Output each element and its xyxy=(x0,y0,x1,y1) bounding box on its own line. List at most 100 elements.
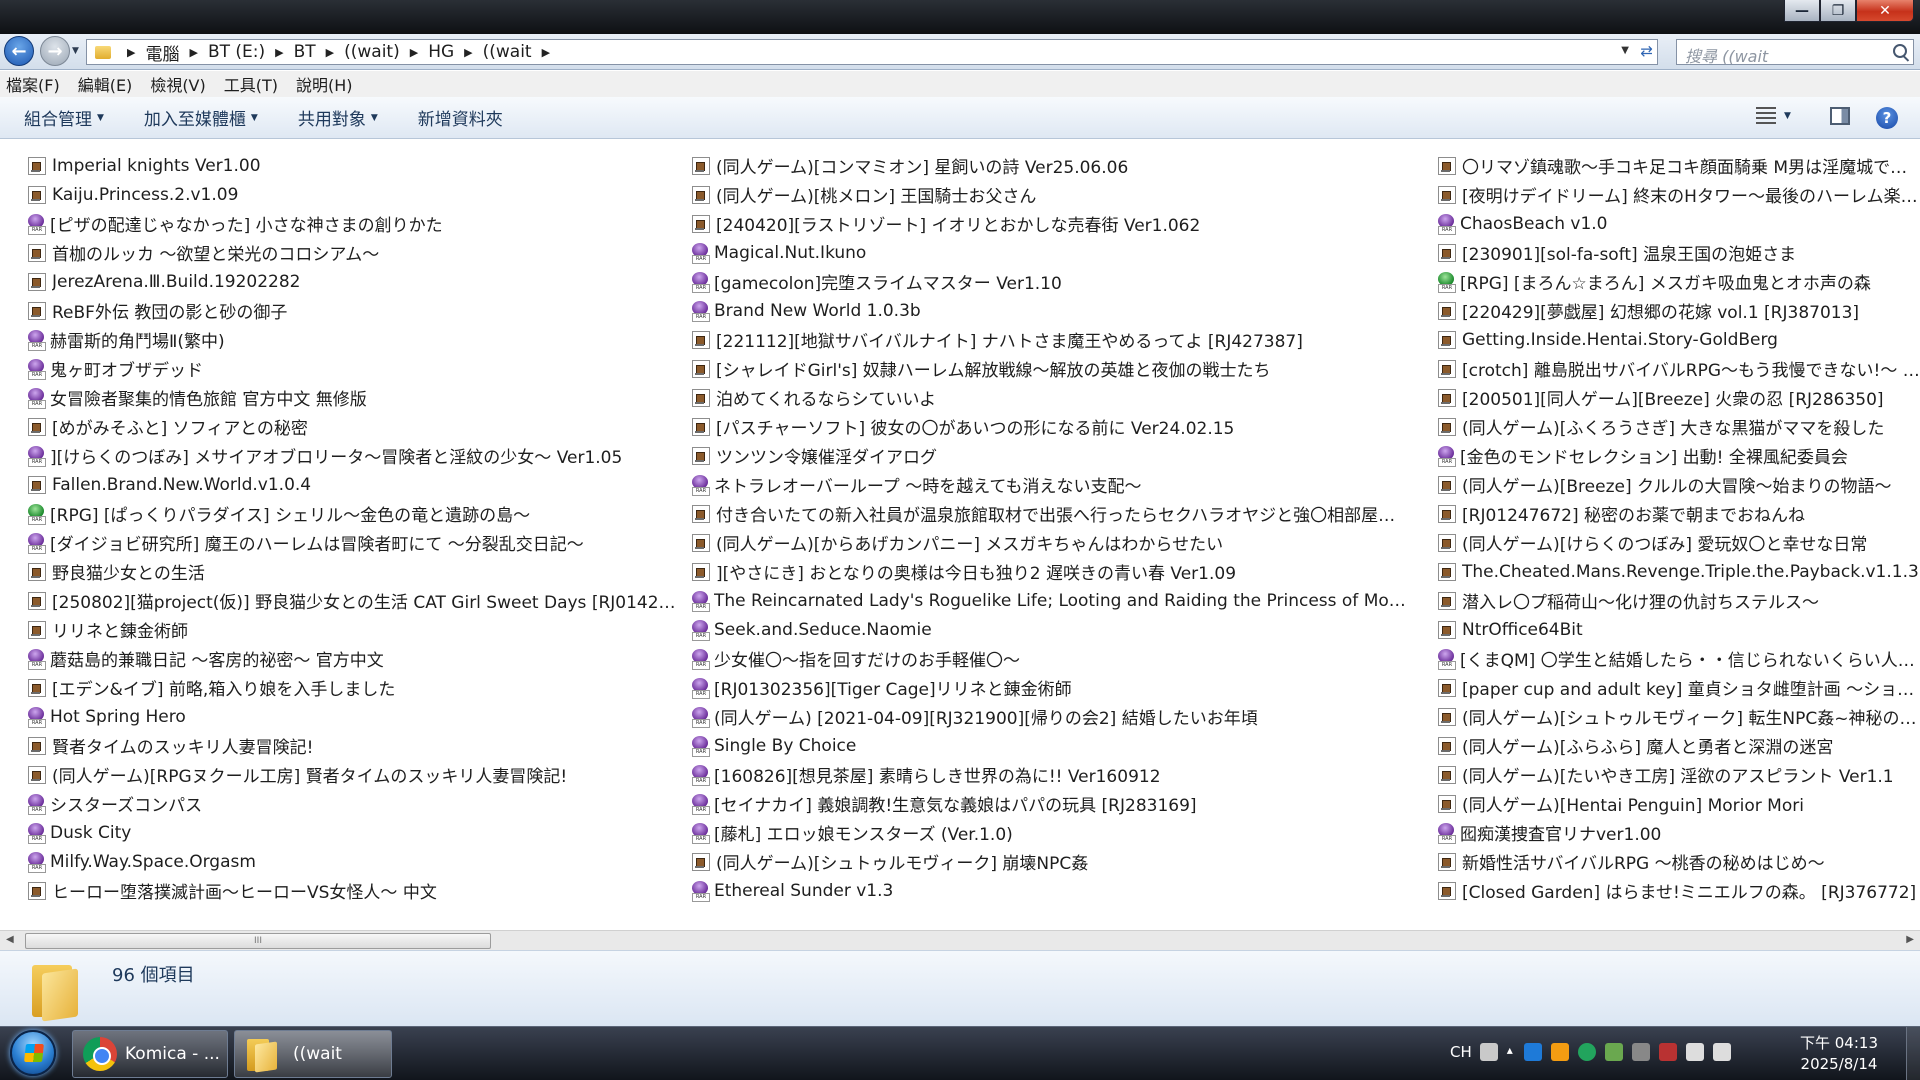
file-item[interactable]: [RPG] [まろん☆まろん] メスガキ吸血鬼とオホ声の森 xyxy=(1436,267,1920,296)
file-item[interactable]: (同人ゲーム)[ふくろうさぎ] 大きな黒猫がママを殺した xyxy=(1436,412,1920,441)
minimize-button[interactable]: — xyxy=(1784,0,1820,22)
file-item[interactable]: [gamecolon]完堕スライムマスター Ver1.10 xyxy=(690,267,1410,296)
scrollbar-thumb[interactable]: III xyxy=(25,933,491,949)
file-item[interactable]: 赫雷斯的角鬥場Ⅱ(繁中) xyxy=(26,325,676,354)
file-item[interactable]: Seek.and.Seduce.Naomie xyxy=(690,615,1410,644)
forward-button[interactable]: → xyxy=(40,36,70,66)
file-item[interactable]: Getting.Inside.Hentai.Story-GoldBerg xyxy=(1436,325,1920,354)
file-item[interactable]: ][やさにき] おとなりの奥様は今日も独り2 遅咲きの青い春 Ver1.09 xyxy=(690,557,1410,586)
file-item[interactable]: [パスチャーソフト] 彼女の〇があいつの形になる前に Ver24.02.15 xyxy=(690,412,1410,441)
breadcrumb-drive[interactable]: BT (E:) xyxy=(208,42,265,62)
start-button[interactable] xyxy=(10,1030,56,1076)
file-item[interactable]: 女冒險者聚集的情色旅館 官方中文 無修版 xyxy=(26,383,676,412)
file-item[interactable]: Fallen.Brand.New.World.v1.0.4 xyxy=(26,470,676,499)
file-item[interactable]: (同人ゲーム)[けらくのつぼみ] 愛玩奴〇と幸せな日常 xyxy=(1436,528,1920,557)
file-item[interactable]: 囮痴漢捜査官リナver1.00 xyxy=(1436,818,1920,847)
breadcrumb-hg[interactable]: HG xyxy=(428,42,454,62)
utorrent-icon[interactable] xyxy=(1577,1043,1596,1061)
file-item[interactable]: (同人ゲーム)[RPGヌクール工房] 賢者タイムのスッキリ人妻冒険記! xyxy=(26,760,676,789)
file-item[interactable]: ChaosBeach v1.0 xyxy=(1436,209,1920,238)
file-item[interactable]: Ethereal Sunder v1.3 xyxy=(690,876,1410,905)
file-item[interactable]: シスターズコンパス xyxy=(26,789,676,818)
file-item[interactable]: 少女催〇～指を回すだけのお手軽催〇～ xyxy=(690,644,1410,673)
menu-edit[interactable]: 編輯(E) xyxy=(78,72,133,96)
file-item[interactable]: ReBF外伝 教団の影と砂の御子 xyxy=(26,296,676,325)
file-item[interactable]: 賢者タイムのスッキリ人妻冒険記! xyxy=(26,731,676,760)
menu-tools[interactable]: 工具(T) xyxy=(224,72,278,96)
add-to-library-button[interactable]: 加入至媒體櫃 ▼ xyxy=(144,105,258,130)
recent-pages-dropdown[interactable]: ▼ xyxy=(72,46,79,56)
breadcrumb-separator-icon[interactable]: ▶ xyxy=(127,46,135,59)
file-item[interactable]: (同人ゲーム) [2021-04-09][RJ321900][帰りの会2] 結婚… xyxy=(690,702,1410,731)
taskbar-app-chrome[interactable]: Komica - ... xyxy=(72,1030,228,1078)
file-item[interactable]: [シャレイドGirl's] 奴隷ハーレム解放戦線～解放の英雄と夜伽の戦士たち xyxy=(690,354,1410,383)
file-item[interactable]: [221112][地獄サバイバルナイト] ナハトさま魔王やめるってよ [RJ42… xyxy=(690,325,1410,354)
chevron-right-icon[interactable]: ▶ xyxy=(326,46,334,59)
file-item[interactable]: [220429][夢戯屋] 幻想郷の花嫁 vol.1 [RJ387013] xyxy=(1436,296,1920,325)
chevron-right-icon[interactable]: ▶ xyxy=(542,46,550,59)
file-item[interactable]: ネトラレオーバーループ ～時を越えても消えない支配～ xyxy=(690,470,1410,499)
file-item[interactable]: [paper cup and adult key] 童貞ショタ雌堕計画 ～ショタ… xyxy=(1436,673,1920,702)
file-item[interactable]: Imperial knights Ver1.00 xyxy=(26,151,676,180)
menu-help[interactable]: 說明(H) xyxy=(296,72,353,96)
change-view-button[interactable]: ▼ xyxy=(1756,107,1791,125)
network-icon[interactable] xyxy=(1685,1043,1704,1061)
file-item[interactable]: [crotch] 離島脱出サバイバルRPG～もう我慢できない!～ Ver2 xyxy=(1436,354,1920,383)
file-item[interactable]: Kaiju.Princess.2.v1.09 xyxy=(26,180,676,209)
file-item[interactable]: The.Cheated.Mans.Revenge.Triple.the.Payb… xyxy=(1436,557,1920,586)
nvidia-icon[interactable] xyxy=(1604,1043,1623,1061)
scroll-left-icon[interactable]: ◀ xyxy=(6,934,14,945)
chevron-right-icon[interactable]: ▶ xyxy=(464,46,472,59)
address-bar[interactable]: ▶ 電腦 ▶ BT (E:) ▶ BT ▶ ((wait) ▶ HG ▶ ((w… xyxy=(86,39,1658,65)
file-item[interactable]: Hot Spring Hero xyxy=(26,702,676,731)
organize-button[interactable]: 組合管理 ▼ xyxy=(24,105,104,130)
maximize-button[interactable]: ❐ xyxy=(1820,0,1856,22)
help-button[interactable]: ? xyxy=(1876,107,1898,129)
new-folder-button[interactable]: 新增資料夾 xyxy=(418,105,503,130)
breadcrumb-bt[interactable]: BT xyxy=(294,42,316,62)
file-item[interactable]: [RJ01302356][Tiger Cage]リリネと錬金術師 xyxy=(690,673,1410,702)
file-item[interactable]: [240420][ラストリゾート] イオリとおかしな売春街 Ver1.062 xyxy=(690,209,1410,238)
file-item[interactable]: ヒーロー堕落撲滅計画～ヒーローVS女怪人～ 中文 xyxy=(26,876,676,905)
file-item[interactable]: (同人ゲーム)[たいやき工房] 淫欲のアスピラント Ver1.1 xyxy=(1436,760,1920,789)
file-item[interactable]: Magical.Nut.Ikuno xyxy=(690,238,1410,267)
file-item[interactable]: 新婚性活サバイバルRPG ～桃香の秘めはじめ～ xyxy=(1436,847,1920,876)
chevron-right-icon[interactable]: ▶ xyxy=(275,46,283,59)
file-item[interactable]: [くまQM] 〇学生と結婚したら・・信じられないくらい人生が xyxy=(1436,644,1920,673)
file-item[interactable]: 〇リマゾ鎮魂歌～手コキ足コキ顔面騎乗 M男は淫魔城でただ xyxy=(1436,151,1920,180)
tray-overflow-icon[interactable]: ▴ xyxy=(1507,1043,1515,1061)
adobe-icon[interactable] xyxy=(1658,1043,1677,1061)
file-item[interactable]: (同人ゲーム)[Breeze] クルルの大冒険～始まりの物語～ xyxy=(1436,470,1920,499)
file-item[interactable]: [200501][同人ゲーム][Breeze] 火衆の忍 [RJ286350] xyxy=(1436,383,1920,412)
file-item[interactable]: ][けらくのつぼみ] メサイアオブロリータ～冒険者と淫紋の少女～ Ver1.05 xyxy=(26,441,676,470)
file-item[interactable]: JerezArena.Ⅲ.Build.19202282 xyxy=(26,267,676,296)
chevron-right-icon[interactable]: ▶ xyxy=(410,46,418,59)
breadcrumb-current[interactable]: ((wait xyxy=(483,42,532,62)
preview-pane-button[interactable] xyxy=(1830,107,1850,125)
file-item[interactable]: NtrOffice64Bit xyxy=(1436,615,1920,644)
file-item[interactable]: [金色のモンドセレクション] 出動! 全裸風紀委員会 xyxy=(1436,441,1920,470)
file-item[interactable]: Milfy.Way.Space.Orgasm xyxy=(26,847,676,876)
address-dropdown-icon[interactable]: ▼ xyxy=(1621,45,1629,56)
show-desktop-button[interactable] xyxy=(1906,1027,1920,1080)
menu-view[interactable]: 檢視(V) xyxy=(150,72,205,96)
file-item[interactable]: 蘑菇島的兼職日記 ～客房的祕密～ 官方中文 xyxy=(26,644,676,673)
file-item[interactable]: [RJ01247672] 秘密のお薬で朝までおねんね xyxy=(1436,499,1920,528)
menu-file[interactable]: 檔案(F) xyxy=(6,72,60,96)
file-item[interactable]: Single By Choice xyxy=(690,731,1410,760)
file-item[interactable]: [Closed Garden] はらませ!ミニエルフの森。 [RJ376772] xyxy=(1436,876,1920,905)
file-item[interactable]: リリネと錬金術師 xyxy=(26,615,676,644)
file-item[interactable]: [230901][sol-fa-soft] 温泉王国の泡姫さま xyxy=(1436,238,1920,267)
language-indicator[interactable]: CH xyxy=(1450,1043,1472,1061)
file-item[interactable]: 泊めてくれるならシていいよ xyxy=(690,383,1410,412)
share-with-button[interactable]: 共用對象 ▼ xyxy=(298,105,378,130)
file-item[interactable]: (同人ゲーム)[シュトゥルモヴィーク] 転生NPC姦~神秘の森~ xyxy=(1436,702,1920,731)
file-item[interactable]: 潜入レ〇プ稲荷山～化け狸の仇討ちステルス～ xyxy=(1436,586,1920,615)
file-item[interactable]: (同人ゲーム)[桃メロン] 王国騎士お父さん xyxy=(690,180,1410,209)
file-item[interactable]: [250802][猫project(仮)] 野良猫少女との生活 CAT Girl… xyxy=(26,586,676,615)
file-item[interactable]: (同人ゲーム)[シュトゥルモヴィーク] 崩壊NPC姦 xyxy=(690,847,1410,876)
search-input[interactable]: 搜尋 ((wait xyxy=(1676,39,1914,66)
file-item[interactable]: [160826][想見茶屋] 素晴らしき世界の為に!! Ver160912 xyxy=(690,760,1410,789)
file-item[interactable]: ツンツン令嬢催淫ダイアログ xyxy=(690,441,1410,470)
file-item[interactable]: [エデン&イブ] 前略,箱入り娘を入手しました xyxy=(26,673,676,702)
